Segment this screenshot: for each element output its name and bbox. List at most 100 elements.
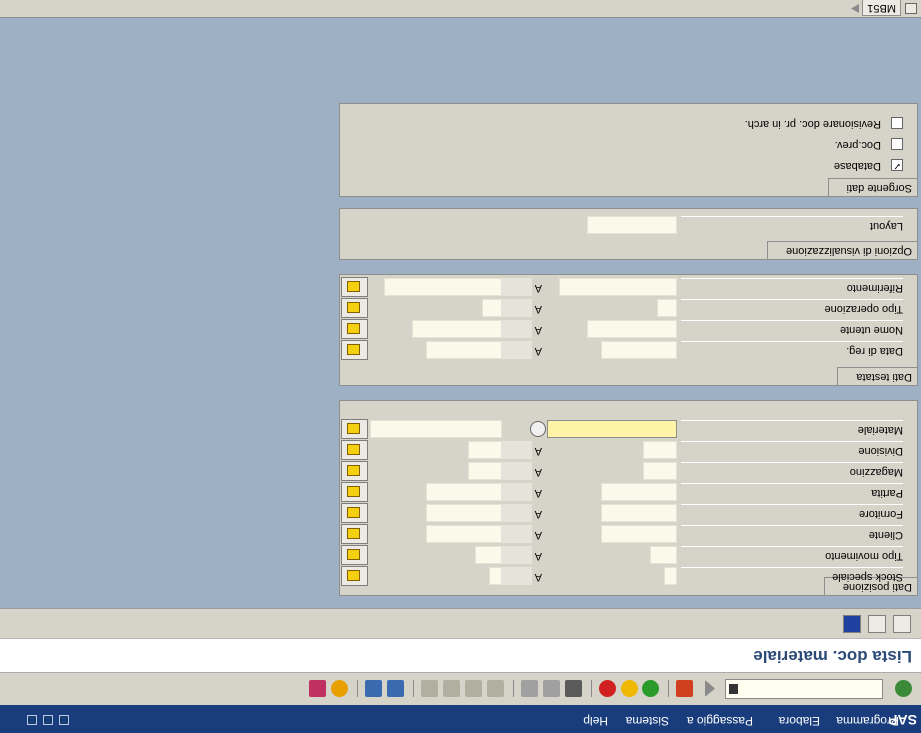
execute-icon[interactable] — [893, 615, 911, 633]
info-icon[interactable] — [843, 615, 861, 633]
option-database[interactable]: ✓ Database — [345, 154, 903, 174]
fornitore-from-input[interactable] — [601, 504, 677, 522]
first-page-icon[interactable] — [487, 680, 504, 697]
get-variant-icon[interactable] — [868, 615, 886, 633]
shortcut-icon[interactable] — [365, 680, 382, 697]
multiple-selection-button[interactable] — [341, 524, 368, 544]
range-separator — [502, 278, 532, 296]
range-to-label: A — [534, 282, 542, 294]
multiple-selection-button[interactable] — [341, 545, 368, 565]
menu-elabora[interactable]: Elabora — [779, 714, 820, 728]
underline — [681, 420, 903, 421]
partita-to-input[interactable] — [426, 483, 502, 501]
option-doc-prev[interactable]: Doc.prev. — [345, 133, 903, 153]
next-page-icon[interactable] — [443, 680, 460, 697]
multiple-selection-button[interactable] — [341, 566, 368, 586]
close-icon[interactable] — [27, 715, 37, 725]
dropdown-icon[interactable] — [729, 684, 738, 694]
magazzino-from-input[interactable] — [643, 462, 677, 480]
multiple-selection-button[interactable] — [341, 419, 368, 439]
layout-icon[interactable] — [309, 680, 326, 697]
divisione-from-input[interactable] — [643, 441, 677, 459]
group-opzioni-visualizzazione: Opzioni di visualizzazione Layout — [339, 208, 918, 260]
arrow-right-icon — [347, 486, 360, 497]
row-partita: Partita A — [341, 482, 903, 502]
stock-speciale-from-input[interactable] — [664, 567, 677, 585]
row-nome-utente: Nome utente A — [341, 319, 903, 339]
nome-utente-from-input[interactable] — [587, 320, 677, 338]
prev-page-icon[interactable] — [465, 680, 482, 697]
title-bar: Lista doc. materiale — [0, 638, 921, 672]
ok-icon[interactable] — [895, 680, 912, 697]
underline — [681, 462, 903, 463]
cancel-icon[interactable] — [599, 680, 616, 697]
tipo-operazione-to-input[interactable] — [482, 299, 502, 317]
create-session-icon[interactable] — [387, 680, 404, 697]
tipo-operazione-from-input[interactable] — [657, 299, 677, 317]
cliente-to-input[interactable] — [426, 525, 502, 543]
standard-toolbar — [0, 672, 921, 705]
menu-passaggio[interactable]: Passaggio a — [687, 714, 753, 728]
exit-icon[interactable] — [621, 680, 638, 697]
multiple-selection-button[interactable] — [341, 461, 368, 481]
field-label: Cliente — [868, 529, 903, 541]
option-revisionare[interactable]: Revisionare doc. pr. in arch. — [345, 112, 903, 132]
find-icon[interactable] — [543, 680, 560, 697]
cliente-from-input[interactable] — [601, 525, 677, 543]
riferimento-from-input[interactable] — [559, 278, 677, 296]
multiple-selection-button[interactable] — [341, 440, 368, 460]
row-data-reg: Data di reg. A — [341, 340, 903, 360]
field-label: Materiale — [857, 424, 903, 436]
partita-from-input[interactable] — [601, 483, 677, 501]
multiple-selection-button[interactable] — [341, 340, 368, 360]
checkbox[interactable] — [891, 117, 903, 129]
row-tipo-operazione: Tipo operazione A — [341, 298, 903, 318]
materiale-from-input[interactable] — [547, 420, 677, 438]
find-next-icon[interactable] — [521, 680, 538, 697]
maximize-icon[interactable] — [43, 715, 53, 725]
data-reg-to-input[interactable] — [426, 341, 502, 359]
menu-sistema[interactable]: Sistema — [626, 714, 669, 728]
magazzino-to-input[interactable] — [468, 462, 502, 480]
minimize-icon[interactable] — [59, 715, 69, 725]
layout-input[interactable] — [587, 216, 677, 234]
separator — [413, 680, 414, 697]
back-icon[interactable] — [642, 680, 659, 697]
riferimento-to-input[interactable] — [384, 278, 502, 296]
command-field[interactable] — [725, 679, 883, 699]
status-toggle-icon[interactable] — [905, 3, 917, 14]
print-icon[interactable] — [565, 680, 582, 697]
save-icon[interactable] — [676, 680, 693, 697]
match-code-icon[interactable] — [530, 421, 546, 437]
fornitore-to-input[interactable] — [426, 504, 502, 522]
multiple-selection-button[interactable] — [341, 298, 368, 318]
last-page-icon[interactable] — [421, 680, 438, 697]
stock-speciale-to-input[interactable] — [489, 567, 502, 585]
field-label: Data di reg. — [846, 345, 903, 357]
nome-utente-to-input[interactable] — [412, 320, 502, 338]
tipo-movimento-from-input[interactable] — [650, 546, 677, 564]
range-separator — [502, 441, 532, 459]
data-reg-from-input[interactable] — [601, 341, 677, 359]
expand-status-icon[interactable] — [851, 4, 859, 13]
separator — [513, 680, 514, 697]
materiale-to-input[interactable] — [370, 420, 502, 438]
multiple-selection-button[interactable] — [341, 482, 368, 502]
underline — [681, 299, 903, 300]
row-cliente: Cliente A — [341, 524, 903, 544]
multiple-selection-button[interactable] — [341, 503, 368, 523]
collapse-icon[interactable] — [705, 680, 715, 697]
range-to-label: A — [534, 303, 542, 315]
multiple-selection-button[interactable] — [341, 319, 368, 339]
help-icon[interactable] — [331, 680, 348, 697]
menu-programma[interactable]: Programma — [836, 714, 899, 728]
menu-help[interactable]: Help — [583, 714, 608, 728]
divisione-to-input[interactable] — [468, 441, 502, 459]
checkbox[interactable]: ✓ — [891, 159, 903, 171]
group-title: Opzioni di visualizzazione — [767, 241, 917, 259]
checkbox[interactable] — [891, 138, 903, 150]
range-to-label: A — [534, 529, 542, 541]
range-to-label: A — [534, 466, 542, 478]
multiple-selection-button[interactable] — [341, 277, 368, 297]
tipo-movimento-to-input[interactable] — [475, 546, 502, 564]
